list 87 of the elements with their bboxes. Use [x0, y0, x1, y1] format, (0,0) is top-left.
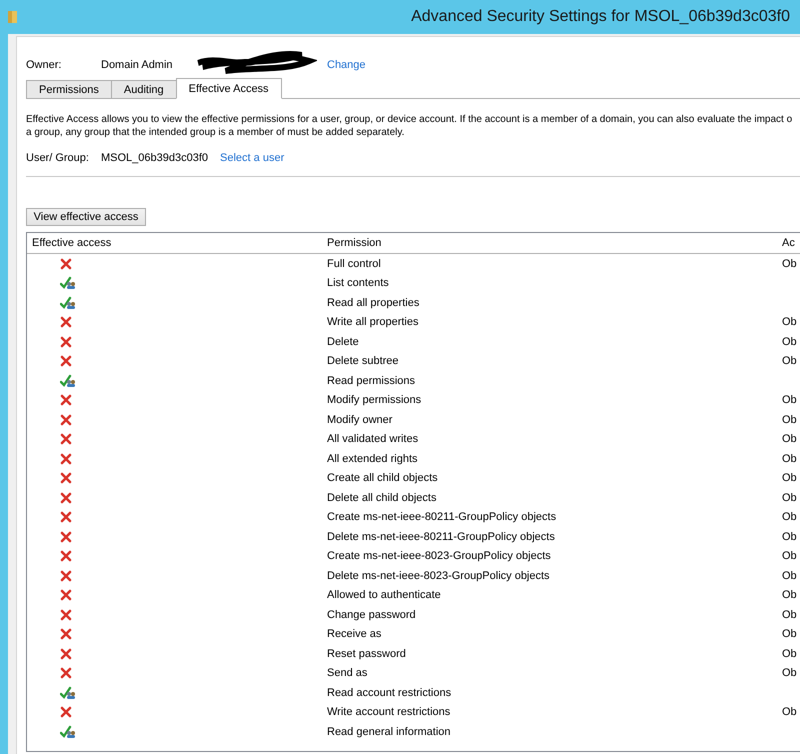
applies-to-cell-text: Ob	[781, 472, 798, 484]
permission-cell-text: Read all properties	[326, 296, 420, 309]
deny-icon	[60, 530, 72, 543]
window-title: Advanced Security Settings for MSOL_06b39d3c03f0	[411, 8, 790, 26]
column-header[interactable]: Permission	[322, 237, 777, 249]
permission-cell-text: Read account restrictions	[326, 686, 452, 699]
deny-icon	[60, 511, 72, 524]
applies-to-cell-text: Ob	[781, 258, 798, 270]
permission-cell-text: All extended rights	[326, 452, 418, 465]
description-text: Effective Access allows you to view the effective permissions for a user, group, or device account. If the account is a member of a domain, you can also evaluate the impact o	[26, 113, 794, 126]
permission-cell-text: Create ms-net-ieee-8023-GroupPolicy objects	[326, 550, 552, 562]
deny-icon	[60, 394, 72, 406]
deny-icon	[60, 414, 72, 426]
permission-cell-text: Read permissions	[326, 374, 416, 387]
permission-cell-text: Create ms-net-ieee-80211-GroupPolicy objects	[326, 511, 558, 524]
check-users-icon	[60, 374, 76, 388]
column-header[interactable]: Ac	[777, 237, 800, 249]
folder-icon	[8, 10, 18, 24]
applies-to-cell-text: Ob	[781, 336, 798, 348]
applies-to-cell-text: Ob	[781, 511, 798, 524]
deny-icon	[60, 628, 72, 640]
applies-to-cell-text: Ob	[781, 550, 798, 562]
permission-cell-text: Delete	[326, 336, 360, 348]
applies-to-cell-text: Ob	[781, 570, 798, 582]
deny-icon	[60, 570, 72, 582]
owner-label: Owner:	[26, 59, 62, 71]
applies-to-cell-text: Ob	[781, 667, 798, 680]
applies-to-cell-text: Ob	[781, 452, 798, 465]
permission-cell-text: List contents	[326, 277, 390, 290]
check-users-icon	[60, 724, 76, 739]
user-group-value: MSOL_06b39d3c03f0	[101, 152, 208, 164]
permission-cell-text: Full control	[326, 258, 382, 270]
deny-icon	[60, 336, 72, 348]
permission-cell-text: Modify owner	[326, 414, 394, 426]
deny-icon	[60, 355, 72, 368]
check-users-icon	[60, 296, 76, 310]
applies-to-cell-text: Ob	[781, 706, 798, 718]
user-group-label: User/ Group:	[26, 152, 90, 164]
change-link[interactable]: Change	[327, 59, 366, 71]
applies-to-cell-text: Ob	[781, 394, 798, 406]
permission-cell-text: Send as	[326, 667, 368, 680]
applies-to-cell-text: Ob	[781, 530, 798, 543]
deny-icon	[60, 452, 72, 465]
check-users-icon	[60, 686, 76, 700]
permission-cell-text: Delete all child objects	[326, 492, 438, 504]
permission-cell-text: Receive as	[326, 628, 382, 640]
deny-icon	[60, 589, 72, 602]
deny-icon	[60, 258, 72, 270]
tab[interactable]: Auditing	[110, 80, 177, 98]
deny-icon	[60, 648, 72, 660]
tab[interactable]: Permissions	[26, 80, 112, 98]
permission-cell-text: Delete ms-net-ieee-80211-GroupPolicy objects	[326, 530, 556, 543]
applies-to-cell-text: Ob	[781, 492, 798, 504]
description-text: a group, any group that the intended group is a member of must be added separately.	[26, 126, 406, 139]
deny-icon	[60, 667, 72, 680]
deny-icon	[60, 706, 72, 718]
tab[interactable]: Effective Access	[176, 78, 282, 99]
applies-to-cell-text: Ob	[781, 589, 798, 602]
applies-to-cell-text: Ob	[781, 628, 798, 640]
permission-cell-text: Modify permissions	[326, 394, 422, 406]
applies-to-cell-text: Ob	[781, 414, 798, 426]
permission-cell-text: Reset password	[326, 648, 407, 660]
permission-cell-text: Change password	[326, 608, 417, 621]
deny-icon	[60, 472, 72, 484]
permission-cell-text: Allowed to authenticate	[326, 589, 442, 602]
column-header[interactable]: Effective access	[27, 237, 322, 249]
permission-cell-text: All validated writes	[326, 433, 420, 446]
permission-cell-text: Create all child objects	[326, 472, 439, 484]
deny-icon	[60, 316, 72, 328]
applies-to-cell-text: Ob	[781, 316, 798, 328]
applies-to-cell-text: Ob	[781, 648, 798, 660]
permission-cell-text: Write all properties	[326, 316, 420, 328]
owner-value: Domain Admin	[101, 59, 174, 71]
check-users-icon	[60, 276, 76, 290]
permission-cell-text: Delete subtree	[326, 355, 400, 368]
deny-icon	[60, 433, 72, 446]
applies-to-cell-text: Ob	[781, 355, 798, 368]
applies-to-cell-text: Ob	[781, 433, 798, 446]
applies-to-cell-text: Ob	[781, 608, 798, 621]
permission-cell-text: Write account restrictions	[326, 706, 452, 718]
view-effective-access-button[interactable]: View effective access	[26, 208, 146, 226]
deny-icon	[60, 492, 72, 504]
permission-cell-text: Read general information	[326, 726, 452, 738]
select-user-link[interactable]: Select a user	[220, 152, 284, 164]
permission-cell-text: Delete ms-net-ieee-8023-GroupPolicy objects	[326, 570, 551, 582]
deny-icon	[60, 608, 72, 621]
deny-icon	[60, 550, 72, 562]
